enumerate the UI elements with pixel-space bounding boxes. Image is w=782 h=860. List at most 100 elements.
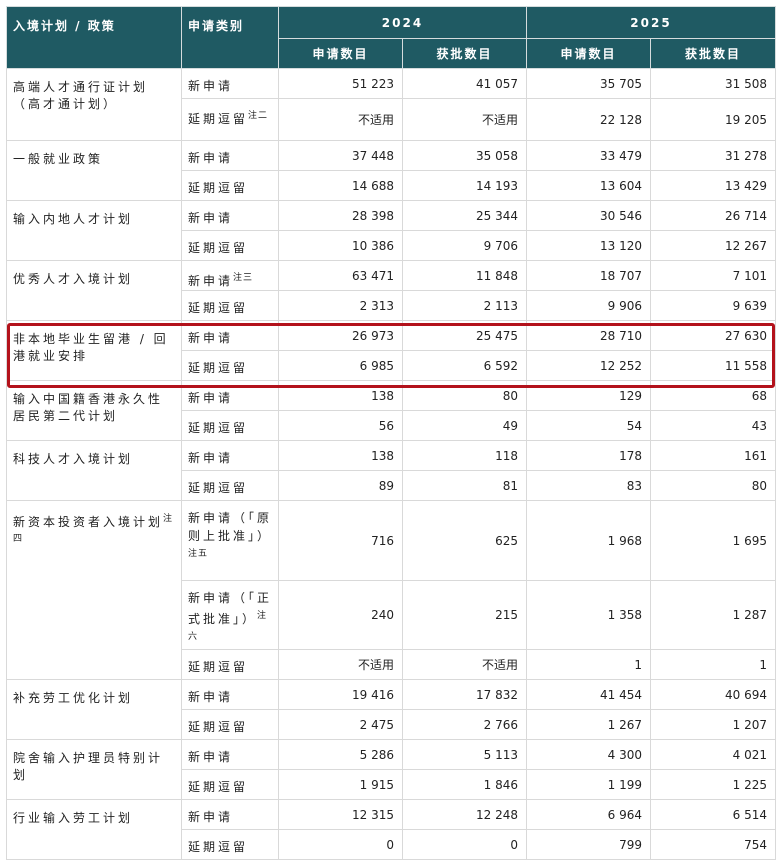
table-row: 输入中国籍香港永久性居民第二代计划 新申请 138 80 129 68	[6, 380, 776, 441]
category-label: 延期逗留	[188, 181, 249, 195]
category-cell: 新申请	[181, 799, 279, 830]
category-label: 延期逗留	[188, 660, 249, 674]
category-cell: 延期逗留	[181, 769, 279, 800]
value-2024-applications: 12 315	[278, 799, 403, 830]
value-2025-applications: 1 358	[526, 580, 651, 650]
plan-cell: 科技人才入境计划	[6, 440, 182, 501]
plan-name: 新资本投资者入境计划	[13, 515, 164, 529]
page: 入境计划 / 政策 申请类别 2024 2025 申请数目 获批数目 申请数目 …	[0, 0, 782, 860]
value-2024-approved: 17 832	[402, 679, 527, 710]
value-2025-approved: 7 101	[650, 260, 776, 291]
header-2024-approved: 获批数目	[402, 38, 527, 69]
category-cell: 新申请	[181, 140, 279, 171]
plan-cell: 补充劳工优化计划	[6, 679, 182, 740]
category-label: 延期逗留	[188, 112, 249, 126]
table-row: 高端人才通行证计划（高才通计划） 新申请 51 223 41 057 35 705 31 …	[6, 68, 776, 141]
category-cell: 延期逗留	[181, 829, 279, 860]
plan-cell: 高端人才通行证计划（高才通计划）	[6, 68, 182, 141]
category-cell: 新申请	[181, 68, 279, 99]
header-year-2024: 2024	[278, 6, 527, 39]
category-label: 新申请	[188, 750, 234, 764]
value-2025-applications: 6 964	[526, 799, 651, 830]
value-2025-approved: 40 694	[650, 679, 776, 710]
category-cell: 延期逗留注二	[181, 98, 279, 141]
value-2024-approved: 5 113	[402, 739, 527, 770]
value-2025-approved: 31 508	[650, 68, 776, 99]
table-row: 一般就业政策 新申请 37 448 35 058 33 479 31 278	[6, 140, 776, 201]
category-label: 新申请	[188, 451, 234, 465]
value-2025-approved: 68	[650, 380, 776, 411]
header-plan: 入境计划 / 政策	[6, 6, 182, 69]
value-2024-applications: 2 475	[278, 709, 403, 740]
plan-name: 优秀人才入境计划	[13, 272, 134, 286]
value-2025-approved: 1 225	[650, 769, 776, 800]
value-2024-applications: 0	[278, 829, 403, 860]
header-2025-approved: 获批数目	[650, 38, 776, 69]
value-2024-applications: 63 471	[278, 260, 403, 291]
value-2024-approved: 11 848	[402, 260, 527, 291]
value-2024-approved: 2 113	[402, 290, 527, 321]
category-cell: 延期逗留	[181, 170, 279, 201]
plan-name: 输入内地人才计划	[13, 212, 134, 226]
value-2025-applications: 129	[526, 380, 651, 411]
value-2024-applications: 51 223	[278, 68, 403, 99]
plan-name: 行业输入劳工计划	[13, 811, 134, 825]
plan-cell: 院舍输入护理员特别计划	[6, 739, 182, 800]
plan-name: 院舍输入护理员特别计划	[13, 751, 164, 782]
value-2024-applications: 37 448	[278, 140, 403, 171]
table-row: 院舍输入护理员特别计划 新申请 5 286 5 113 4 300 4 021	[6, 739, 776, 800]
value-2025-approved: 43	[650, 410, 776, 441]
value-2024-applications: 56	[278, 410, 403, 441]
value-2024-approved: 不适用	[402, 649, 527, 680]
value-2025-applications: 28 710	[526, 320, 651, 351]
plan-name: 补充劳工优化计划	[13, 691, 134, 705]
value-2025-applications: 54	[526, 410, 651, 441]
value-2024-approved: 41 057	[402, 68, 527, 99]
category-label: 延期逗留	[188, 361, 249, 375]
plan-name: 非本地毕业生留港 / 回港就业安排	[13, 332, 169, 363]
value-2025-applications: 1 199	[526, 769, 651, 800]
value-2025-applications: 799	[526, 829, 651, 860]
value-2024-applications: 不适用	[278, 98, 403, 141]
table-row: 输入内地人才计划 新申请 28 398 25 344 30 546 26 714	[6, 200, 776, 261]
value-2025-approved: 754	[650, 829, 776, 860]
value-2025-approved: 9 639	[650, 290, 776, 321]
value-2024-applications: 2 313	[278, 290, 403, 321]
category-cell: 新申请	[181, 200, 279, 231]
category-cell: 新申请	[181, 440, 279, 471]
category-label: 延期逗留	[188, 421, 249, 435]
plan-cell: 一般就业政策	[6, 140, 182, 201]
category-cell: 延期逗留	[181, 470, 279, 501]
value-2025-applications: 13 120	[526, 230, 651, 261]
value-2025-approved: 27 630	[650, 320, 776, 351]
value-2025-approved: 161	[650, 440, 776, 471]
plan-cell: 输入中国籍香港永久性居民第二代计划	[6, 380, 182, 441]
value-2025-approved: 1 695	[650, 500, 776, 581]
value-2025-approved: 6 514	[650, 799, 776, 830]
immigration-stats-table: 入境计划 / 政策 申请类别 2024 2025 申请数目 获批数目 申请数目 …	[6, 6, 776, 860]
plan-name: 科技人才入境计划	[13, 452, 134, 466]
value-2024-approved: 25 475	[402, 320, 527, 351]
table-row: 科技人才入境计划 新申请 138 118 178 161	[6, 440, 776, 501]
value-2024-approved: 9 706	[402, 230, 527, 261]
value-2025-approved: 13 429	[650, 170, 776, 201]
value-2024-applications: 不适用	[278, 649, 403, 680]
value-2025-approved: 12 267	[650, 230, 776, 261]
value-2024-approved: 118	[402, 440, 527, 471]
value-2025-applications: 4 300	[526, 739, 651, 770]
value-2024-approved: 6 592	[402, 350, 527, 381]
plan-name: 输入中国籍香港永久性居民第二代计划	[13, 392, 164, 423]
value-2025-applications: 33 479	[526, 140, 651, 171]
category-label: 新申请	[188, 274, 234, 288]
table-row: 非本地毕业生留港 / 回港就业安排 新申请 26 973 25 475 28 710 27…	[6, 320, 776, 381]
value-2025-approved: 1 207	[650, 709, 776, 740]
category-cell: 新申请（「原则上批准」） 注五	[181, 500, 279, 581]
value-2024-applications: 5 286	[278, 739, 403, 770]
category-label: 新申请	[188, 331, 234, 345]
value-2024-applications: 19 416	[278, 679, 403, 710]
value-2025-applications: 30 546	[526, 200, 651, 231]
value-2025-applications: 22 128	[526, 98, 651, 141]
value-2024-applications: 138	[278, 440, 403, 471]
plan-cell: 非本地毕业生留港 / 回港就业安排	[6, 320, 182, 381]
category-cell: 新申请注三	[181, 260, 279, 291]
